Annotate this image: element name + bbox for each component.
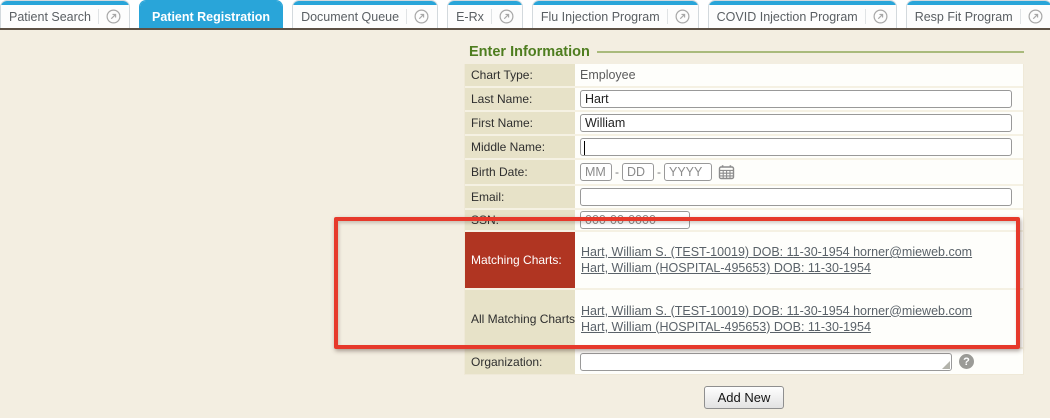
all-matching-charts-row: All Matching Charts: Hart, William S. (T… — [465, 290, 1023, 349]
ssn-label: SSN: — [465, 210, 575, 230]
tab-label: COVID Injection Program — [717, 10, 858, 24]
middle-name-input[interactable] — [580, 138, 1012, 156]
fieldset-legend: Enter Information — [469, 44, 590, 60]
organization-row: Organization: ? — [465, 349, 1023, 374]
tab-patient-registration[interactable]: Patient Registration — [139, 0, 283, 28]
tab-covid-injection-program[interactable]: COVID Injection Program — [708, 0, 897, 28]
middle-name-row: Middle Name: — [465, 136, 1023, 160]
date-separator: - — [615, 165, 619, 179]
last-name-row: Last Name: — [465, 88, 1023, 112]
last-name-input[interactable] — [580, 90, 1012, 108]
open-in-new-window-icon[interactable] — [667, 9, 690, 24]
tab-resp-fit-program[interactable]: Resp Fit Program — [906, 0, 1050, 28]
tab-label: Patient Search — [9, 10, 91, 24]
open-in-new-window-icon[interactable] — [865, 9, 888, 24]
matching-chart-link[interactable]: Hart, William S. (TEST-10019) DOB: 11-30… — [581, 244, 972, 260]
email-row: Email: — [465, 186, 1023, 210]
all-matching-charts-label: All Matching Charts: — [465, 290, 575, 347]
tab-label: Flu Injection Program — [541, 10, 660, 24]
page-body: Enter Information Chart Type: Employee L… — [0, 30, 1050, 418]
chart-type-row: Chart Type: Employee — [465, 64, 1023, 88]
calendar-icon[interactable] — [718, 164, 735, 180]
first-name-label: First Name: — [465, 112, 575, 134]
email-input[interactable] — [580, 188, 1012, 206]
chart-type-value: Employee — [580, 68, 636, 82]
last-name-label: Last Name: — [465, 88, 575, 110]
first-name-row: First Name: — [465, 112, 1023, 136]
email-label: Email: — [465, 186, 575, 208]
ssn-row: SSN: — [465, 210, 1023, 232]
tab-bar: Patient Search Patient Registration Docu… — [0, 0, 1050, 30]
tab-label: Resp Fit Program — [915, 10, 1013, 24]
add-new-button[interactable]: Add New — [704, 386, 785, 409]
tab-label: Patient Registration — [152, 10, 270, 24]
birth-year-input[interactable] — [664, 163, 712, 181]
open-in-new-window-icon[interactable] — [98, 9, 121, 24]
tab-label: E-Rx — [456, 10, 484, 24]
birth-day-input[interactable] — [622, 163, 654, 181]
help-icon[interactable]: ? — [959, 354, 974, 369]
tab-document-queue[interactable]: Document Queue — [292, 0, 438, 28]
chart-type-label: Chart Type: — [465, 64, 575, 86]
organization-label: Organization: — [465, 349, 575, 374]
tab-patient-search[interactable]: Patient Search — [0, 0, 130, 28]
matching-chart-link[interactable]: Hart, William (HOSPITAL-495653) DOB: 11-… — [581, 260, 871, 276]
tab-flu-injection-program[interactable]: Flu Injection Program — [532, 0, 699, 28]
resize-grip[interactable] — [942, 361, 950, 369]
matching-charts-label: Matching Charts: — [465, 232, 575, 288]
form-actions: Add New — [464, 386, 1024, 409]
matching-charts-row: Matching Charts: Hart, William S. (TEST-… — [465, 232, 1023, 290]
tab-e-rx[interactable]: E-Rx — [447, 0, 523, 28]
legend-divider — [597, 51, 1024, 53]
tab-label: Document Queue — [301, 10, 399, 24]
birth-date-row: Birth Date: - - — [465, 160, 1023, 186]
open-in-new-window-icon[interactable] — [491, 9, 514, 24]
open-in-new-window-icon[interactable] — [1020, 9, 1043, 24]
ssn-input[interactable] — [580, 211, 690, 229]
text-cursor — [584, 141, 585, 155]
matching-chart-link[interactable]: Hart, William (HOSPITAL-495653) DOB: 11-… — [581, 319, 871, 335]
enter-information-fieldset: Enter Information Chart Type: Employee L… — [464, 42, 1024, 375]
middle-name-label: Middle Name: — [465, 136, 575, 158]
matching-chart-link[interactable]: Hart, William S. (TEST-10019) DOB: 11-30… — [581, 303, 972, 319]
open-in-new-window-icon[interactable] — [406, 9, 429, 24]
birth-date-label: Birth Date: — [465, 160, 575, 184]
organization-input[interactable] — [580, 353, 952, 371]
first-name-input[interactable] — [580, 114, 1012, 132]
date-separator: - — [657, 165, 661, 179]
birth-month-input[interactable] — [580, 163, 612, 181]
